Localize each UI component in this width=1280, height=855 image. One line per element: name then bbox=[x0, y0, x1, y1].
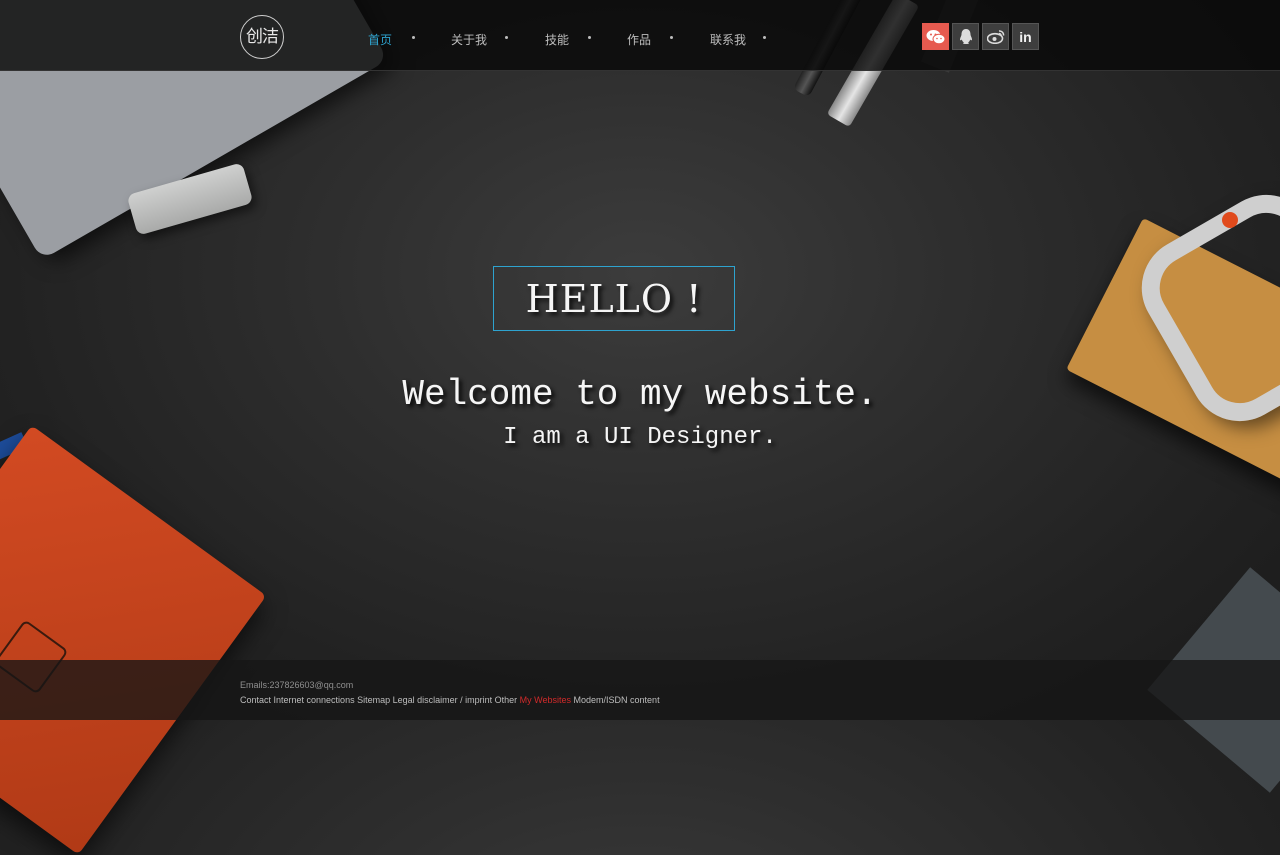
linkedin-icon: in bbox=[1019, 28, 1032, 45]
nav-separator bbox=[763, 36, 766, 39]
nav-separator bbox=[505, 36, 508, 39]
footer-link-text-end[interactable]: Modem/ISDN content bbox=[574, 695, 660, 705]
footer-links: Contact Internet connections Sitemap Leg… bbox=[240, 695, 660, 705]
nav-item-contact[interactable]: 联系我 bbox=[710, 31, 746, 48]
wechat-icon bbox=[926, 29, 945, 44]
hello-heading: HELLO ! bbox=[525, 276, 703, 321]
linkedin-button[interactable]: in bbox=[1012, 23, 1039, 50]
role-subtitle: I am a UI Designer. bbox=[503, 424, 777, 451]
nav-separator bbox=[588, 36, 591, 39]
nav-item-works[interactable]: 作品 bbox=[627, 31, 651, 48]
nav-separator bbox=[412, 36, 415, 39]
weibo-button[interactable] bbox=[982, 23, 1009, 50]
footer: Emails:237826603@qq.com Contact Internet… bbox=[0, 660, 1280, 720]
weibo-icon bbox=[986, 30, 1004, 44]
wechat-button[interactable] bbox=[922, 23, 949, 50]
nav-item-home[interactable]: 首页 bbox=[368, 31, 392, 48]
hello-banner: HELLO ! bbox=[493, 266, 735, 331]
top-navbar: 创洁 首页 关于我 技能 作品 联系我 in bbox=[0, 0, 1280, 71]
footer-email: Emails:237826603@qq.com bbox=[240, 680, 354, 690]
nav-item-about[interactable]: 关于我 bbox=[451, 31, 487, 48]
site-logo[interactable]: 创洁 bbox=[240, 15, 284, 59]
qq-button[interactable] bbox=[952, 23, 979, 50]
nav-item-skills[interactable]: 技能 bbox=[545, 31, 569, 48]
welcome-heading: Welcome to my website. bbox=[402, 374, 878, 415]
footer-my-websites-link[interactable]: My Websites bbox=[520, 695, 571, 705]
stamp-button-image bbox=[1222, 212, 1238, 228]
qq-icon bbox=[959, 29, 972, 44]
footer-link-text[interactable]: Contact Internet connections Sitemap Leg… bbox=[240, 695, 517, 705]
nav-separator bbox=[670, 36, 673, 39]
